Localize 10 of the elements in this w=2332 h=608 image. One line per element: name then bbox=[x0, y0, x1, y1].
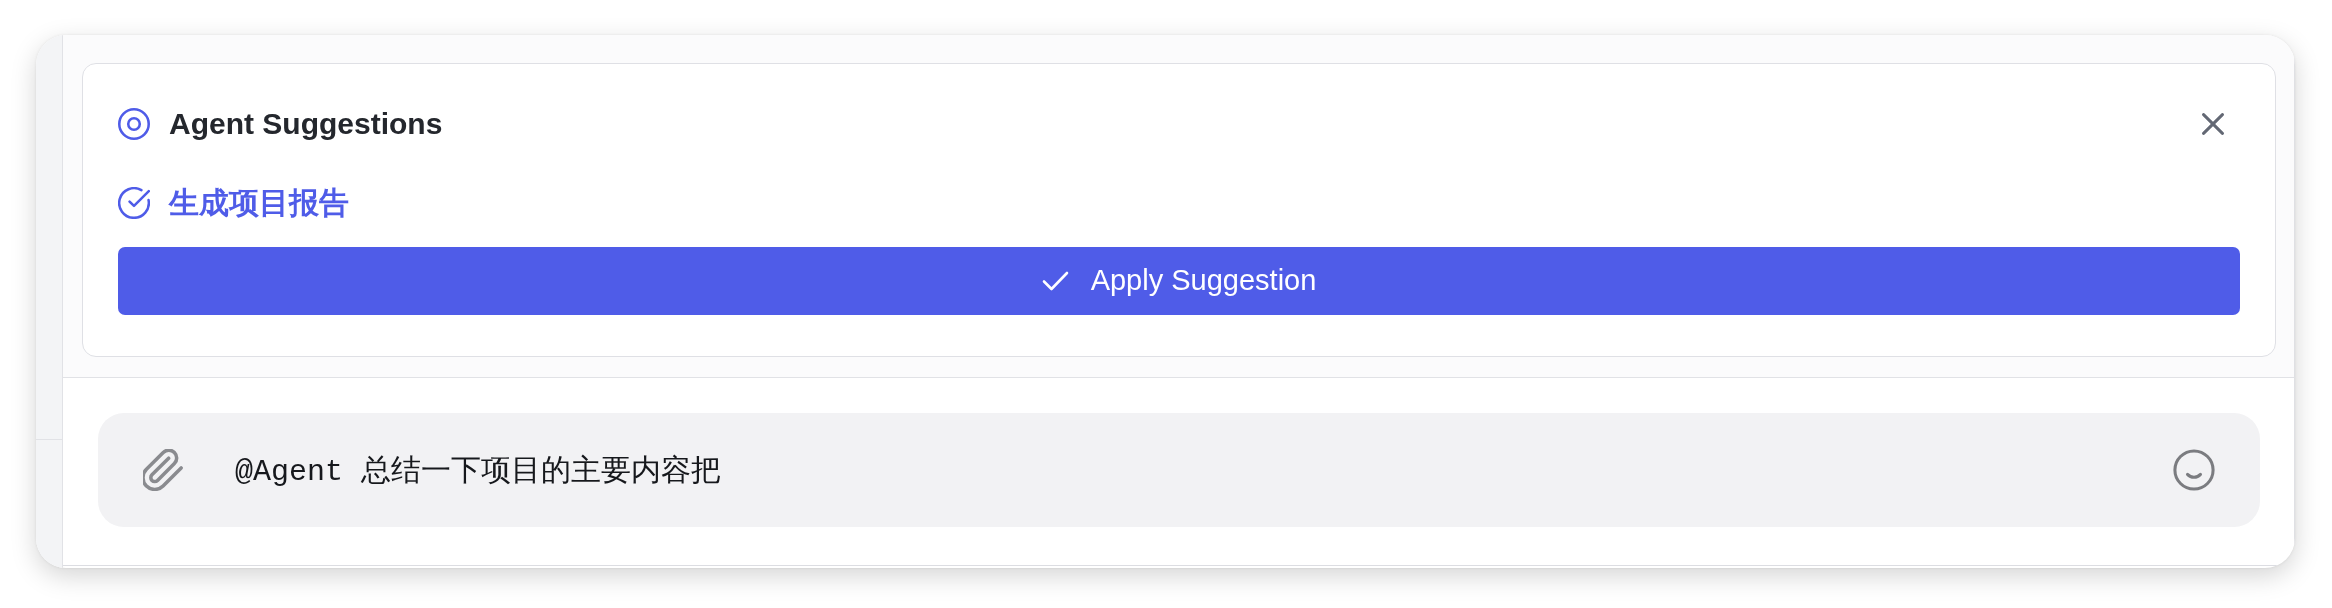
paperclip-icon bbox=[143, 449, 183, 491]
message-input[interactable]: @Agent 总结一下项目的主要内容把 bbox=[98, 413, 2260, 527]
target-icon bbox=[118, 108, 150, 140]
suggestion-text: 生成项目报告 bbox=[169, 185, 349, 221]
apply-button[interactable]: Apply Suggestion bbox=[118, 247, 2240, 315]
check-icon bbox=[1041, 271, 1069, 291]
close-icon bbox=[2202, 113, 2224, 135]
panel-title: Agent Suggestions bbox=[169, 106, 443, 142]
smiley-icon bbox=[2173, 449, 2215, 491]
check-circle-icon bbox=[118, 187, 150, 219]
